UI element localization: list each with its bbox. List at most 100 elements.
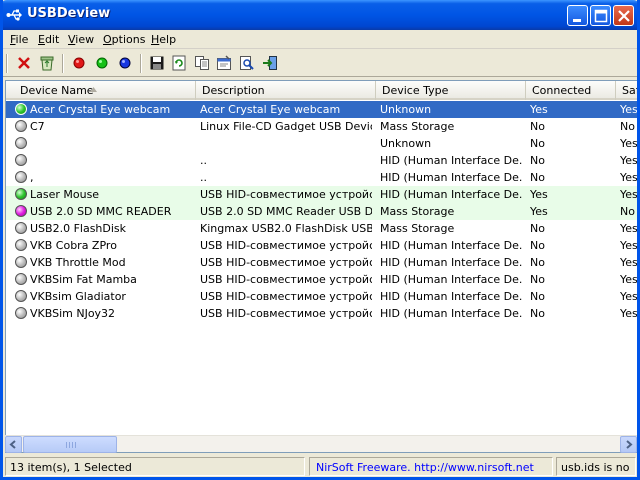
description-cell: Linux File-CD Gadget USB Device [200, 120, 372, 133]
table-row[interactable]: Unknown No Yes [6, 135, 638, 152]
status-dot-icon [15, 273, 27, 285]
table-row[interactable]: VKB Cobra ZPro USB HID-совместимое устрой… [6, 237, 638, 254]
table-row[interactable]: C7 Linux File-CD Gadget USB Device Mass St… [6, 118, 637, 135]
safe-cell: Yes [620, 171, 638, 184]
table-row[interactable]: ,.. HID (Human Interface De... No Yes [6, 169, 638, 186]
connected-cell: No [530, 171, 545, 184]
device-name-cell: VKBsim Gladiator [30, 290, 126, 303]
connected-cell: Yes [530, 103, 548, 116]
arrow-left-icon [9, 440, 16, 449]
green-dot-icon[interactable] [93, 54, 111, 72]
device-type-cell: HID (Human Interface De... [380, 290, 522, 303]
column-header-connected[interactable]: Connected [526, 81, 616, 100]
device-name-cell: VKBSim Fat Mamba [30, 273, 137, 286]
menu-help[interactable]: Help [151, 33, 176, 46]
connected-cell: No [530, 120, 545, 133]
app-window: USBDeview File Edit View Options Help De… [0, 0, 640, 480]
uninstall-icon[interactable] [15, 54, 33, 72]
connected-cell: No [530, 307, 545, 320]
table-row[interactable]: VKBsim Gladiator USB HID-совместимое устр… [6, 288, 637, 305]
device-name-cell: USB2.0 FlashDisk [30, 222, 127, 235]
device-name-cell: VKB Cobra ZPro [30, 239, 117, 252]
table-row[interactable]: USB2.0 FlashDisk Kingmax USB2.0 FlashDisk… [6, 220, 638, 237]
exit-icon[interactable] [261, 54, 279, 72]
description-cell: .. [200, 171, 207, 184]
connected-cell: No [530, 222, 545, 235]
table-row[interactable]: VKBSim NJoy32 USB HID-совместимое устройс… [6, 305, 638, 322]
table-row[interactable]: VKBSim Fat Mamba USB HID-совместимое устр… [6, 271, 637, 288]
connected-cell: Yes [530, 205, 548, 218]
save-icon[interactable] [148, 54, 166, 72]
description-cell: USB HID-совместимое устройс... [200, 256, 372, 269]
safe-cell: No [620, 205, 635, 218]
status-dot-icon [15, 171, 27, 183]
menu-view[interactable]: View [68, 33, 94, 46]
scroll-thumb[interactable] [23, 436, 117, 453]
blue-dot-icon[interactable] [116, 54, 134, 72]
toolbar-separator [6, 54, 8, 73]
status-dot-icon [15, 188, 27, 200]
safe-cell: Yes [620, 188, 638, 201]
status-item-count: 13 item(s), 1 Selected [5, 457, 305, 476]
safe-cell: Yes [620, 307, 638, 320]
status-dot-icon [15, 120, 27, 132]
description-cell [200, 137, 372, 151]
status-dot-icon [15, 239, 27, 251]
find-icon[interactable] [238, 54, 256, 72]
red-dot-icon[interactable] [70, 54, 88, 72]
thumb-grip [69, 442, 70, 448]
device-type-cell: Unknown [380, 103, 432, 116]
safe-cell: Yes [620, 239, 638, 252]
device-list[interactable]: Device Name Description Device Type Conn… [5, 80, 638, 453]
table-row[interactable]: USB 2.0 SD MMC READER USB 2.0 SD MMC Read… [6, 203, 637, 220]
copy-icon[interactable] [193, 54, 211, 72]
device-name-cell [30, 154, 194, 168]
recycle-icon[interactable] [38, 54, 56, 72]
refresh-icon[interactable] [170, 54, 188, 72]
menu-bar: File Edit View Options Help [3, 30, 637, 49]
column-header-device-name[interactable]: Device Name [6, 81, 196, 100]
horizontal-scrollbar[interactable] [5, 435, 637, 453]
description-cell: USB HID-совместимое устройс... [200, 188, 372, 201]
device-name-cell: Laser Mouse [30, 188, 100, 201]
device-type-cell: Unknown [380, 137, 432, 150]
safe-cell: Yes [620, 137, 638, 150]
arrow-right-icon [626, 440, 633, 449]
table-row[interactable]: Acer Crystal Eye webcam Acer Crystal Eye … [6, 101, 637, 118]
table-row[interactable]: Laser Mouse USB HID-совместимое устройс..… [6, 186, 638, 203]
column-header-description[interactable]: Description [196, 81, 376, 100]
menu-options[interactable]: Options [103, 33, 145, 46]
device-type-cell: HID (Human Interface De... [380, 154, 522, 167]
list-header: Device Name Description Device Type Conn… [6, 81, 637, 100]
status-bar: 13 item(s), 1 Selected NirSoft Freeware.… [3, 455, 637, 477]
device-type-cell: Mass Storage [380, 205, 455, 218]
description-cell: USB HID-совместимое устройс... [200, 307, 372, 320]
device-type-cell: HID (Human Interface De... [380, 188, 522, 201]
properties-icon[interactable] [215, 54, 233, 72]
device-type-cell: HID (Human Interface De... [380, 273, 522, 286]
title-bar[interactable]: USBDeview [3, 0, 637, 30]
maximize-button[interactable] [590, 5, 611, 26]
table-row[interactable]: .. HID (Human Interface De... No Yes [6, 152, 637, 169]
column-header-safe[interactable]: Safe [616, 81, 637, 100]
status-dot-icon [15, 307, 27, 319]
device-type-cell: HID (Human Interface De... [380, 307, 522, 320]
connected-cell: No [530, 137, 545, 150]
description-cell: USB HID-совместимое устройс... [200, 273, 372, 286]
close-button[interactable] [613, 5, 634, 26]
close-icon [618, 10, 630, 22]
minimize-button[interactable] [567, 5, 588, 26]
table-row[interactable]: VKB Throttle Mod USB HID-совместимое устр… [6, 254, 637, 271]
status-usbids: usb.ids is no [556, 457, 636, 476]
nirsoft-link[interactable]: NirSoft Freeware. http://www.nirsoft.net [309, 457, 553, 476]
column-header-device-type[interactable]: Device Type [376, 81, 526, 100]
sort-ascending-icon [90, 87, 97, 92]
menu-file[interactable]: File [10, 33, 28, 46]
device-name-cell: Acer Crystal Eye webcam [30, 103, 171, 116]
scroll-left-button[interactable] [5, 436, 22, 453]
device-type-cell: HID (Human Interface De... [380, 239, 522, 252]
safe-cell: Yes [620, 222, 638, 235]
menu-edit[interactable]: Edit [38, 33, 59, 46]
description-cell: USB HID-совместимое устройс... [200, 290, 372, 303]
scroll-right-button[interactable] [620, 436, 637, 453]
